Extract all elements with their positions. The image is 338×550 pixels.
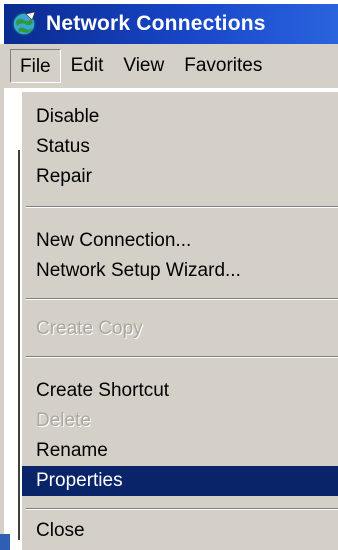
menu-item-new-connection[interactable]: New Connection... xyxy=(22,226,338,256)
menu-item-status[interactable]: Status xyxy=(22,132,338,162)
menu-separator xyxy=(26,508,338,510)
menu-item-create-shortcut[interactable]: Create Shortcut xyxy=(22,376,338,406)
menu-item-rename[interactable]: Rename xyxy=(22,436,338,466)
file-menu-dropdown: Disable Status Repair New Connection... … xyxy=(20,90,338,550)
menu-bar: File Edit View Favorites xyxy=(4,44,338,88)
menu-item-close[interactable]: Close xyxy=(22,516,338,546)
menu-item-repair[interactable]: Repair xyxy=(22,162,338,192)
title-bar[interactable]: Network Connections xyxy=(4,4,338,44)
menu-separator xyxy=(26,298,338,300)
background-window-accent xyxy=(0,534,10,550)
menu-separator xyxy=(26,356,338,358)
menu-item-network-setup-wizard[interactable]: Network Setup Wizard... xyxy=(22,256,338,286)
menu-item-create-copy: Create Copy xyxy=(36,318,143,339)
menu-item-disable[interactable]: Disable xyxy=(22,102,338,132)
window-title: Network Connections xyxy=(46,12,266,35)
menu-edit[interactable]: Edit xyxy=(61,49,114,83)
window-left-border xyxy=(0,44,4,550)
menu-view[interactable]: View xyxy=(113,49,174,83)
menu-file[interactable]: File xyxy=(10,49,61,83)
network-connections-icon xyxy=(10,10,38,38)
menu-item-delete: Delete xyxy=(36,410,91,431)
menu-separator xyxy=(26,206,338,208)
menu-favorites[interactable]: Favorites xyxy=(174,49,272,83)
menu-item-properties[interactable]: Properties xyxy=(22,466,338,496)
network-connections-window: Network Connections File Edit View Favor… xyxy=(0,0,338,550)
